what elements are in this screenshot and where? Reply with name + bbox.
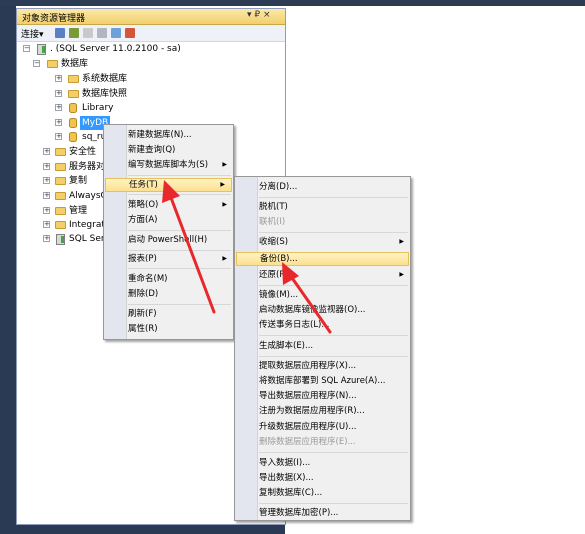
- annotation-arrows: [162, 180, 332, 334]
- annotation-arrow-backup: [288, 273, 332, 334]
- annotation-arrow-tasks: [168, 193, 216, 314]
- annotation-arrow-backup-head: [282, 262, 299, 285]
